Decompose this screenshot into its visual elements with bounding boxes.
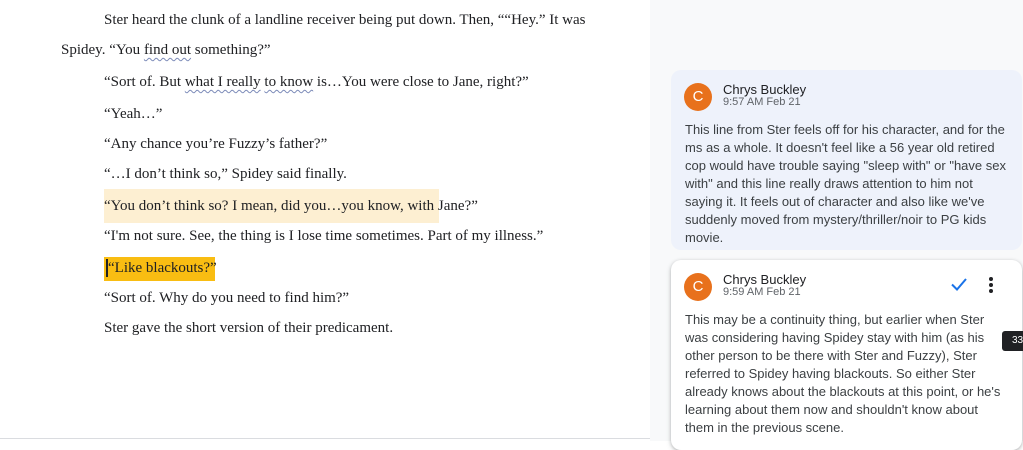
paragraph-line: Spidey. “You find out something?”	[61, 40, 271, 60]
paragraph-line: “Like blackouts?”	[108, 260, 217, 276]
spellcheck-underlined-text[interactable]: what I really	[185, 74, 261, 90]
comment-body: This may be a continuity thing, but earl…	[685, 312, 1001, 435]
text-span: “Sort of. But	[104, 74, 185, 90]
paragraph-line: “…I don’t think so,” Spidey said finally…	[104, 166, 347, 182]
text-span: something?”	[191, 42, 271, 58]
comment-body: This line from Ster feels off for his ch…	[685, 122, 1006, 245]
paragraph-line: “Yeah…”	[104, 106, 163, 122]
spellcheck-underlined-text[interactable]: to know	[264, 74, 313, 90]
paragraph-line: “I'm not sure. See, the thing is I lose …	[104, 228, 544, 244]
spellcheck-underlined-text[interactable]: find out	[144, 42, 191, 58]
text-span: Spidey. “You	[61, 42, 144, 58]
avatar[interactable]: C	[684, 273, 712, 301]
document-page[interactable]: Ster heard the clunk of a landline recei…	[0, 0, 650, 441]
comment-card[interactable]: C Chrys Buckley 9:57 AM Feb 21 This line…	[671, 70, 1022, 250]
paragraph-line: “Sort of. Why do you need to find him?”	[104, 290, 350, 306]
comment-timestamp: 9:59 AM Feb 21	[723, 286, 801, 298]
text-span: is…You were close to Jane, right?”	[313, 74, 529, 90]
comment-author: Chrys Buckley	[723, 82, 807, 97]
paragraph-line: Ster heard the clunk of a landline recei…	[104, 12, 586, 28]
check-icon[interactable]	[949, 274, 969, 294]
active-comment-card[interactable]: C Chrys Buckley 9:59 AM Feb 21 This may …	[671, 260, 1022, 450]
page-divider	[0, 438, 650, 439]
more-vert-icon[interactable]	[987, 276, 995, 294]
comment-author: Chrys Buckley	[723, 272, 807, 287]
paragraph-line: Ster gave the short version of their pre…	[104, 320, 394, 336]
page-number-badge: 33	[1002, 331, 1023, 351]
avatar[interactable]: C	[684, 83, 712, 111]
paragraph-line: “Any chance you’re Fuzzy’s father?”	[104, 136, 328, 152]
comment-timestamp: 9:57 AM Feb 21	[723, 96, 801, 108]
paragraph-line: “Sort of. But what I really to know is…Y…	[104, 72, 529, 92]
paragraph-line: “You don’t think so? I mean, did you…you…	[104, 198, 478, 214]
